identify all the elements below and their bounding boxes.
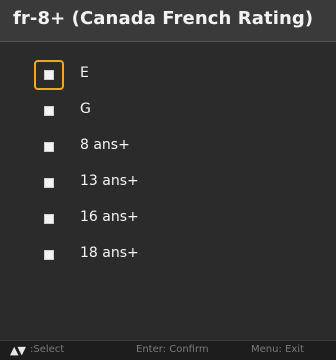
checkbox-icon[interactable] — [44, 106, 54, 116]
rating-option-16-ans[interactable]: 16 ans+ — [0, 201, 336, 237]
checkbox-icon[interactable] — [44, 70, 54, 80]
rating-label: E — [80, 65, 89, 81]
rating-option-18-ans[interactable]: 18 ans+ — [0, 237, 336, 273]
exit-hint: Menu: Exit — [251, 344, 304, 355]
rating-option-13-ans[interactable]: 13 ans+ — [0, 165, 336, 201]
select-hint: :Select — [30, 344, 65, 355]
rating-option-g[interactable]: G — [0, 93, 336, 129]
rating-label: 8 ans+ — [80, 137, 130, 153]
confirm-hint: Enter: Confirm — [136, 344, 209, 355]
checkbox-icon[interactable] — [44, 142, 54, 152]
footer-hints: ▲▼ :Select Enter: Confirm Menu: Exit — [0, 340, 336, 360]
rating-screen: fr-8+ (Canada French Rating) E G 8 ans+ … — [0, 0, 336, 360]
rating-label: 16 ans+ — [80, 209, 139, 225]
rating-panel: E G 8 ans+ 13 ans+ 16 ans+ 18 ans+ — [0, 42, 336, 340]
rating-label: 18 ans+ — [80, 245, 139, 261]
checkbox-icon[interactable] — [44, 214, 54, 224]
title-bar: fr-8+ (Canada French Rating) — [0, 0, 336, 42]
up-down-arrows-icon: ▲▼ — [10, 344, 26, 357]
page-title: fr-8+ (Canada French Rating) — [13, 8, 314, 29]
checkbox-icon[interactable] — [44, 250, 54, 260]
rating-option-e[interactable]: E — [0, 57, 336, 93]
rating-label: G — [80, 101, 91, 117]
checkbox-icon[interactable] — [44, 178, 54, 188]
rating-option-8-ans[interactable]: 8 ans+ — [0, 129, 336, 165]
rating-label: 13 ans+ — [80, 173, 139, 189]
